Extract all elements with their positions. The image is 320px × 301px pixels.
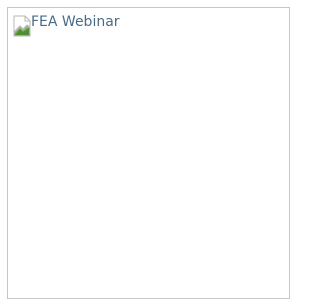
- broken-image-icon: [13, 15, 32, 37]
- webinar-image-link[interactable]: FEA Webinar: [13, 14, 120, 37]
- image-frame: FEA Webinar: [7, 7, 290, 299]
- image-alt-text: FEA Webinar: [31, 14, 120, 30]
